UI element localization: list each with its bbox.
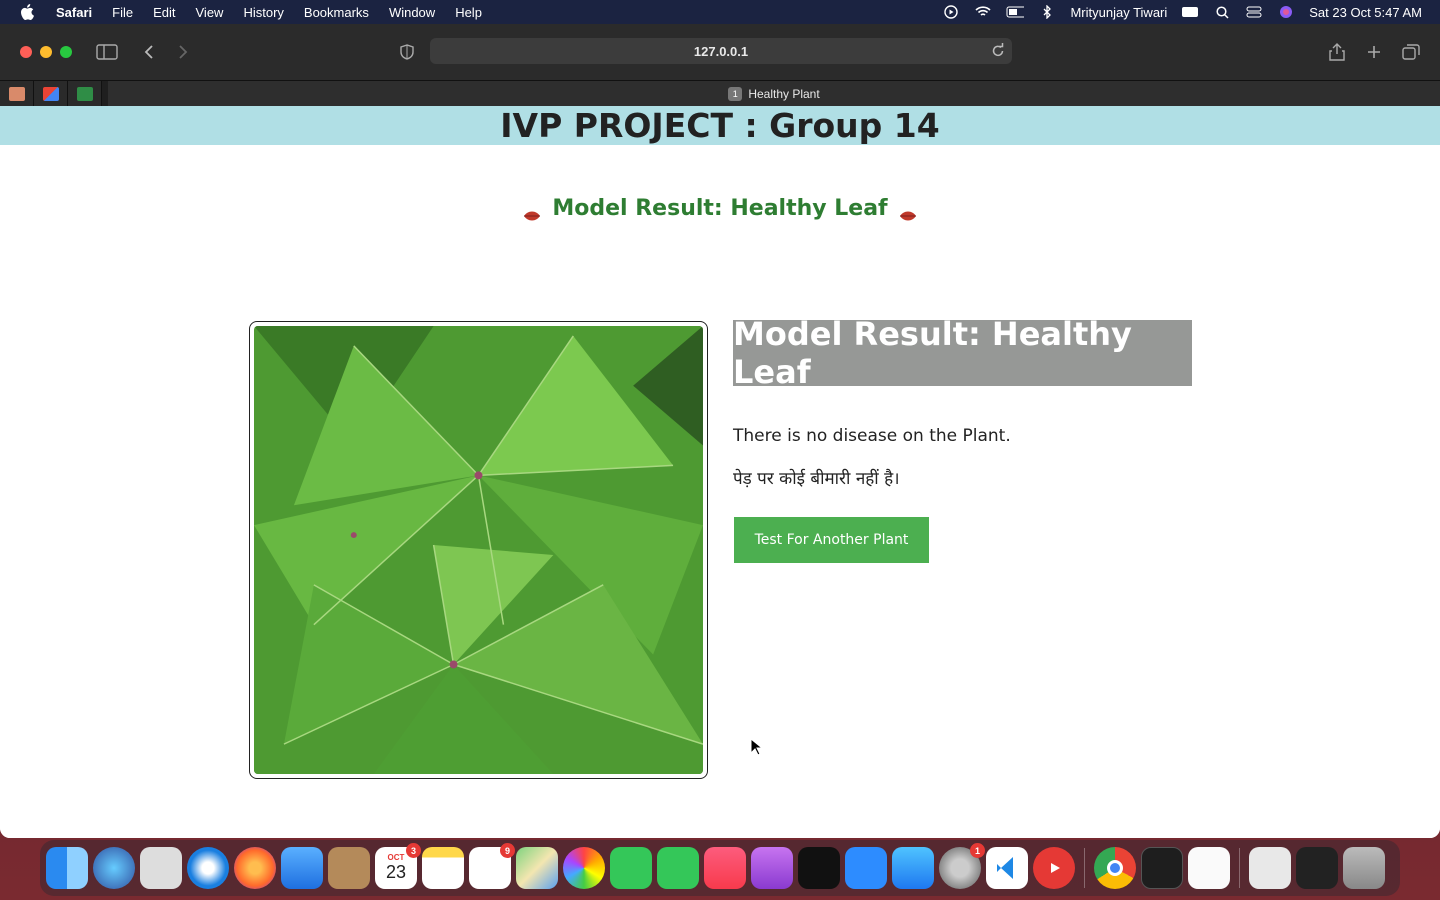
keyboard-icon[interactable]	[1181, 5, 1199, 19]
messages-icon[interactable]	[610, 847, 652, 889]
siri-dock-icon[interactable]	[93, 847, 135, 889]
pinned-tab-geeksforgeeks[interactable]	[68, 80, 102, 107]
test-another-plant-button[interactable]: Test For Another Plant	[734, 517, 929, 563]
dock: OCT 23 3 9 1	[40, 840, 1400, 896]
project-banner: IVP PROJECT : Group 14	[0, 106, 1440, 145]
forward-icon[interactable]	[172, 42, 194, 62]
pinned-tab-gmail[interactable]	[34, 80, 68, 107]
launchpad-icon[interactable]	[140, 847, 182, 889]
sidebar-toggle-icon[interactable]	[96, 42, 118, 62]
minimize-window-button[interactable]	[40, 46, 52, 58]
facetime-icon[interactable]	[657, 847, 699, 889]
url-text: 127.0.0.1	[693, 43, 749, 59]
leaf-icon-left	[523, 203, 541, 221]
result-heading: Model Result: Healthy Leaf	[0, 196, 1440, 221]
photos-icon[interactable]	[563, 847, 605, 889]
menu-bookmarks[interactable]: Bookmarks	[304, 5, 369, 20]
result-heading-text: Model Result: Healthy Leaf	[552, 196, 888, 221]
back-icon[interactable]	[138, 42, 160, 62]
tab-healthy-plant[interactable]: 1 Healthy Plant	[108, 81, 1440, 107]
close-window-button[interactable]	[20, 46, 32, 58]
window-preview-icon[interactable]	[1249, 847, 1291, 889]
trash-icon[interactable]	[1343, 847, 1385, 889]
mail-icon[interactable]	[281, 847, 323, 889]
podcasts-icon[interactable]	[751, 847, 793, 889]
address-bar[interactable]: 127.0.0.1	[430, 38, 1012, 64]
menu-edit[interactable]: Edit	[153, 5, 175, 20]
zoom-window-button[interactable]	[60, 46, 72, 58]
menu-bar: Safari File Edit View History Bookmarks …	[0, 0, 1440, 24]
system-preferences-icon[interactable]: 1	[939, 843, 985, 889]
result-box: Model Result: Healthy Leaf	[733, 315, 1192, 391]
battery-icon[interactable]	[1006, 5, 1025, 19]
reminders-badge: 9	[500, 843, 515, 858]
menu-window[interactable]: Window	[389, 5, 435, 20]
description-english: There is no disease on the Plant.	[733, 426, 1011, 446]
tab-overview-icon[interactable]	[1400, 42, 1422, 62]
menu-view[interactable]: View	[196, 5, 224, 20]
bluetooth-icon[interactable]	[1038, 5, 1056, 19]
plant-leaf-image	[254, 326, 703, 774]
zoom-icon[interactable]	[845, 847, 887, 889]
pinned-site-icon	[8, 86, 25, 101]
reload-icon[interactable]	[990, 43, 1006, 59]
user-name[interactable]: Mrityunjay Tiwari	[1070, 5, 1167, 20]
search-icon[interactable]	[1213, 5, 1231, 19]
wifi-icon[interactable]	[974, 5, 992, 19]
menu-history[interactable]: History	[243, 5, 283, 20]
menu-help[interactable]: Help	[455, 5, 482, 20]
siri-icon[interactable]	[1277, 5, 1295, 19]
apple-tv-icon[interactable]	[798, 847, 840, 889]
pinned-tab-1[interactable]	[0, 80, 34, 107]
gmail-icon	[42, 86, 59, 101]
menu-app-name[interactable]: Safari	[56, 5, 92, 20]
tab-number-badge: 1	[728, 87, 743, 101]
chrome-center-icon	[1107, 860, 1123, 876]
privacy-shield-icon[interactable]	[396, 42, 418, 62]
screen-recorder-icon[interactable]	[1033, 847, 1075, 889]
textedit-icon[interactable]	[1188, 847, 1230, 889]
firefox-icon[interactable]	[234, 847, 276, 889]
new-tab-icon[interactable]	[1363, 42, 1385, 62]
maps-icon[interactable]	[516, 847, 558, 889]
music-icon[interactable]	[704, 847, 746, 889]
chrome-icon[interactable]	[1094, 847, 1136, 889]
mouse-cursor-icon	[750, 737, 764, 756]
dock-separator-2	[1239, 848, 1240, 888]
calendar-day: 23	[385, 862, 407, 882]
dock-separator	[1084, 848, 1085, 888]
menubar-clock[interactable]: Sat 23 Oct 5:47 AM	[1309, 5, 1422, 20]
browser-toolbar: 127.0.0.1	[0, 24, 1440, 80]
notes-icon[interactable]	[422, 847, 464, 889]
plant-image-frame	[249, 321, 708, 779]
folder-preview-icon[interactable]	[1296, 847, 1338, 889]
geeksforgeeks-icon	[76, 86, 93, 101]
vscode-icon[interactable]	[986, 847, 1028, 889]
window-controls	[20, 46, 72, 58]
terminal-icon[interactable]	[1141, 847, 1183, 889]
tab-title: Healthy Plant	[748, 87, 820, 101]
calendar-icon[interactable]: OCT 23 3	[375, 843, 421, 889]
reminders-icon[interactable]: 9	[469, 843, 515, 889]
finder-icon[interactable]	[46, 847, 88, 889]
tab-bar: 1 Healthy Plant	[0, 80, 1440, 107]
safari-window: 127.0.0.1 1 Healthy Plant IVP PROJECT : …	[0, 24, 1440, 838]
play-icon[interactable]	[942, 5, 960, 19]
leaf-icon-right	[899, 203, 917, 221]
safari-dock-icon[interactable]	[187, 847, 229, 889]
calendar-badge: 3	[406, 843, 421, 858]
share-icon[interactable]	[1326, 42, 1348, 62]
description-hindi: पेड़ पर कोई बीमारी नहीं है।	[733, 469, 900, 489]
contacts-icon[interactable]	[328, 847, 370, 889]
apple-icon[interactable]	[20, 4, 36, 20]
control-center-icon[interactable]	[1245, 5, 1263, 19]
menu-file[interactable]: File	[112, 5, 133, 20]
web-page: IVP PROJECT : Group 14 Model Result: Hea…	[0, 106, 1440, 838]
system-preferences-badge: 1	[970, 843, 985, 858]
app-store-icon[interactable]	[892, 847, 934, 889]
calendar-month: OCT	[387, 853, 405, 862]
